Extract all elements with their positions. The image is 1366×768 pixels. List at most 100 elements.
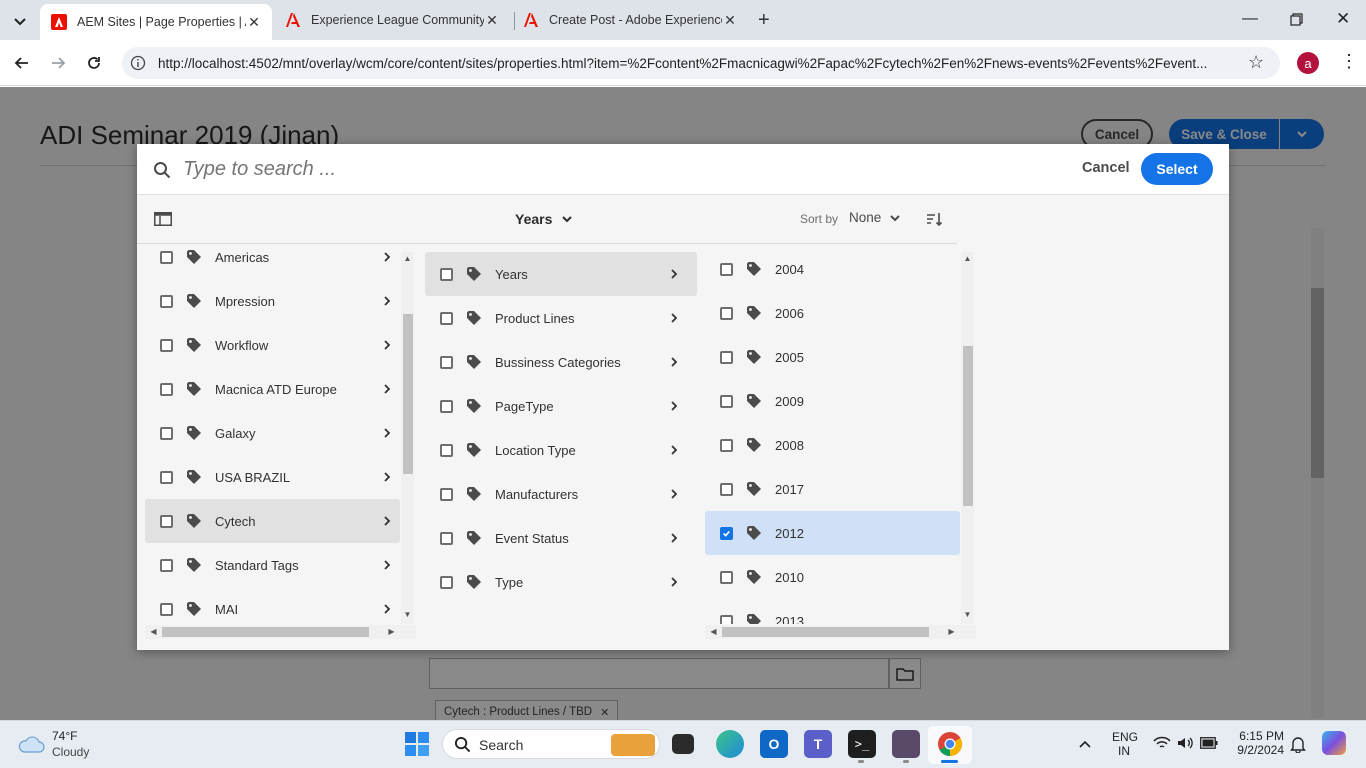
chevron-right-icon[interactable] bbox=[382, 559, 396, 571]
chevron-right-icon[interactable] bbox=[382, 295, 396, 307]
tag-checkbox[interactable] bbox=[720, 526, 733, 540]
tag-checkbox[interactable] bbox=[440, 487, 453, 501]
tag-row[interactable]: Type bbox=[425, 560, 697, 604]
tag-checkbox[interactable] bbox=[160, 250, 173, 264]
column-years-scrollbar[interactable]: ▲ ▼ bbox=[961, 252, 974, 624]
scroll-thumb[interactable] bbox=[403, 314, 413, 474]
chevron-right-icon[interactable] bbox=[382, 383, 396, 395]
scroll-right-arrow[interactable]: ▶ bbox=[945, 627, 958, 636]
tag-row[interactable]: Event Status bbox=[425, 516, 697, 560]
tag-checkbox[interactable] bbox=[160, 470, 173, 484]
tag-checkbox[interactable] bbox=[720, 570, 733, 584]
weather-temperature[interactable]: 74°F bbox=[52, 729, 77, 743]
edge-icon[interactable] bbox=[716, 730, 744, 758]
tab-create-post[interactable]: Create Post - Adobe Experience ✕ bbox=[512, 0, 748, 40]
chevron-right-icon[interactable] bbox=[382, 339, 396, 351]
back-icon[interactable] bbox=[12, 53, 32, 73]
tag-row[interactable]: MAI bbox=[145, 587, 400, 624]
tab-search-chevron-icon[interactable] bbox=[10, 11, 30, 31]
tag-row[interactable]: Location Type bbox=[425, 428, 697, 472]
tag-row[interactable]: Standard Tags bbox=[145, 543, 400, 587]
column-years-hscrollbar[interactable]: ◀ ▶ bbox=[705, 625, 976, 639]
tag-row[interactable]: Mpression bbox=[145, 279, 400, 323]
scroll-up-arrow[interactable]: ▲ bbox=[961, 254, 974, 263]
tag-checkbox[interactable] bbox=[720, 394, 733, 408]
tag-row[interactable]: Galaxy bbox=[145, 411, 400, 455]
profile-avatar[interactable]: a bbox=[1297, 52, 1319, 74]
scroll-right-arrow[interactable]: ▶ bbox=[385, 627, 398, 636]
tag-checkbox[interactable] bbox=[720, 262, 733, 276]
chevron-right-icon[interactable] bbox=[382, 515, 396, 527]
reload-icon[interactable] bbox=[84, 53, 104, 73]
dialog-select-button[interactable]: Select bbox=[1141, 153, 1213, 185]
tag-checkbox[interactable] bbox=[160, 294, 173, 308]
tag-checkbox[interactable] bbox=[160, 514, 173, 528]
tag-checkbox[interactable] bbox=[720, 614, 733, 624]
chevron-right-icon[interactable] bbox=[669, 356, 683, 368]
rail-toggle-icon[interactable] bbox=[154, 212, 172, 226]
chevron-right-icon[interactable] bbox=[669, 400, 683, 412]
scroll-thumb[interactable] bbox=[963, 346, 973, 506]
tag-checkbox[interactable] bbox=[440, 443, 453, 457]
scroll-left-arrow[interactable]: ◀ bbox=[147, 627, 160, 636]
sort-direction-icon[interactable] bbox=[926, 211, 942, 227]
tag-row[interactable]: 2006 bbox=[705, 291, 960, 335]
view-title-dropdown[interactable]: Years bbox=[515, 211, 574, 227]
tag-row[interactable]: 2010 bbox=[705, 555, 960, 599]
teams-icon[interactable]: T bbox=[804, 730, 832, 758]
tag-row[interactable]: Product Lines bbox=[425, 296, 697, 340]
forward-icon[interactable] bbox=[48, 53, 68, 73]
site-info-icon[interactable] bbox=[130, 55, 146, 71]
tag-checkbox[interactable] bbox=[160, 338, 173, 352]
outlook-icon[interactable]: O bbox=[760, 730, 788, 758]
tag-checkbox[interactable] bbox=[160, 558, 173, 572]
chevron-right-icon[interactable] bbox=[669, 312, 683, 324]
tag-row[interactable]: 2009 bbox=[705, 379, 960, 423]
close-tab-icon[interactable]: ✕ bbox=[484, 12, 500, 29]
address-bar[interactable]: http://localhost:4502/mnt/overlay/wcm/co… bbox=[122, 47, 1280, 79]
chevron-right-icon[interactable] bbox=[382, 427, 396, 439]
tag-checkbox[interactable] bbox=[160, 382, 173, 396]
tag-row[interactable]: PageType bbox=[425, 384, 697, 428]
tag-checkbox[interactable] bbox=[440, 399, 453, 413]
chevron-right-icon[interactable] bbox=[669, 576, 683, 588]
notification-bell-icon[interactable] bbox=[1290, 735, 1306, 753]
new-tab-icon[interactable]: + bbox=[758, 9, 770, 32]
minimize-icon[interactable]: — bbox=[1242, 10, 1258, 28]
tag-row[interactable]: Workflow bbox=[145, 323, 400, 367]
tag-row[interactable]: 2004 bbox=[705, 247, 960, 291]
scroll-thumb[interactable] bbox=[722, 627, 929, 637]
chevron-right-icon[interactable] bbox=[669, 444, 683, 456]
chevron-right-icon[interactable] bbox=[382, 603, 396, 615]
chevron-up-icon[interactable] bbox=[1078, 738, 1092, 750]
tag-row[interactable]: 2008 bbox=[705, 423, 960, 467]
tag-checkbox[interactable] bbox=[440, 267, 453, 281]
app-icon[interactable] bbox=[892, 730, 920, 758]
wifi-icon[interactable] bbox=[1153, 736, 1171, 750]
tag-row[interactable]: Macnica ATD Europe bbox=[145, 367, 400, 411]
tag-checkbox[interactable] bbox=[440, 311, 453, 325]
scroll-down-arrow[interactable]: ▼ bbox=[961, 610, 974, 619]
tag-checkbox[interactable] bbox=[440, 575, 453, 589]
tag-row[interactable]: Bussiness Categories bbox=[425, 340, 697, 384]
copilot-icon[interactable] bbox=[1322, 731, 1346, 755]
language-indicator[interactable]: ENG IN bbox=[1112, 730, 1138, 758]
task-view-icon[interactable] bbox=[672, 734, 694, 754]
column-root-hscrollbar[interactable]: ◀ ▶ bbox=[145, 625, 416, 639]
chevron-right-icon[interactable] bbox=[382, 251, 396, 263]
tag-row[interactable]: 2013 bbox=[705, 599, 960, 624]
chevron-right-icon[interactable] bbox=[382, 471, 396, 483]
tag-row[interactable]: 2017 bbox=[705, 467, 960, 511]
tag-checkbox[interactable] bbox=[720, 482, 733, 496]
tag-row[interactable]: Cytech bbox=[145, 499, 400, 543]
bookmark-star-icon[interactable]: ☆ bbox=[1248, 52, 1264, 73]
close-tab-icon[interactable]: ✕ bbox=[722, 12, 738, 29]
browser-menu-icon[interactable]: ⋮ bbox=[1340, 52, 1358, 70]
chrome-icon[interactable] bbox=[937, 731, 963, 757]
taskbar-search-box[interactable]: Search bbox=[442, 729, 660, 759]
tag-row[interactable]: USA BRAZIL bbox=[145, 455, 400, 499]
tag-checkbox[interactable] bbox=[440, 355, 453, 369]
column-root-scrollbar[interactable]: ▲ ▼ bbox=[401, 252, 414, 624]
tag-checkbox[interactable] bbox=[160, 426, 173, 440]
tag-checkbox[interactable] bbox=[440, 531, 453, 545]
